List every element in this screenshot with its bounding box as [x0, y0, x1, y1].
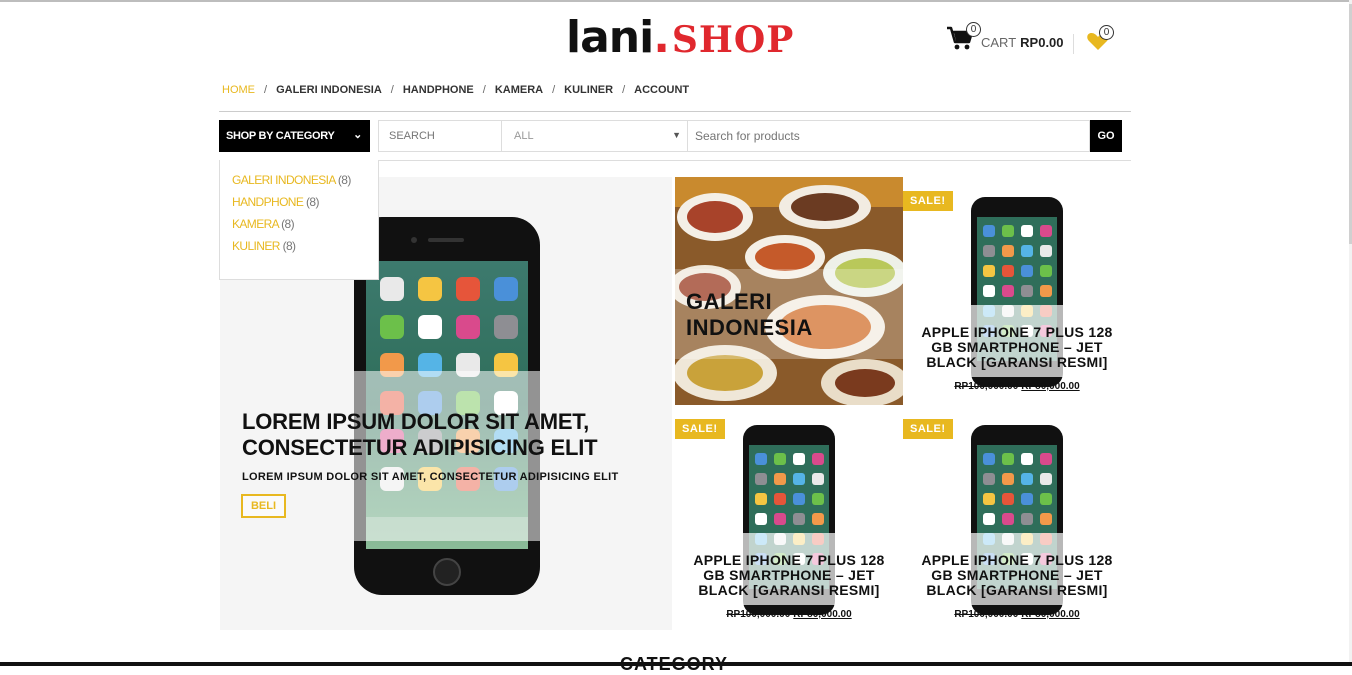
product-name[interactable]: APPLE IPHONE 7 PLUS 128 GB SMARTPHONE – …: [913, 325, 1121, 370]
category-select[interactable]: ALL ▼: [502, 120, 688, 152]
category-menu-count: (8): [337, 173, 351, 187]
sale-badge: SALE!: [903, 419, 953, 439]
top-border: [0, 0, 1352, 2]
category-menu-item[interactable]: HANDPHONE (8): [232, 195, 378, 209]
sale-badge: SALE!: [903, 191, 953, 211]
product-image: [943, 425, 1091, 615]
nav-separator: /: [390, 84, 394, 96]
nav-home[interactable]: HOME: [222, 84, 255, 96]
nav-kamera[interactable]: KAMERA: [495, 84, 543, 96]
sale-price: RP80,000.00: [1021, 609, 1080, 620]
category-menu-label: KULINER: [232, 239, 280, 253]
category-menu-item[interactable]: GALERI INDONESIA (8): [232, 173, 378, 187]
galeri-indonesia-tile[interactable]: GALERI INDONESIA: [675, 177, 903, 405]
category-menu-label: HANDPHONE: [232, 195, 304, 209]
main-nav: HOME / GALERI INDONESIA / HANDPHONE / KAMER…: [222, 84, 689, 96]
product-card[interactable]: SALE! APPLE IPHONE 7 PLUS 128 GB SMARTPH…: [903, 177, 1131, 405]
nav-kuliner[interactable]: KULINER: [564, 84, 613, 96]
site-logo[interactable]: lani. SHOP: [566, 12, 795, 63]
category-menu-label: GALERI INDONESIA: [232, 173, 336, 187]
shop-by-category-label: SHOP BY CATEGORY: [226, 130, 335, 142]
category-menu-count: (8): [281, 217, 295, 231]
nav-galeri-indonesia[interactable]: GALERI INDONESIA: [276, 84, 382, 96]
nav-separator: /: [482, 84, 486, 96]
product-price: RP100,000.00 RP80,000.00: [903, 381, 1131, 392]
cart-icon: 0: [946, 22, 981, 52]
sale-price: RP80,000.00: [1021, 381, 1080, 392]
product-price: RP100,000.00 RP80,000.00: [903, 609, 1131, 620]
product-search-input[interactable]: [688, 120, 1090, 152]
dropdown-arrow-icon: ▼: [672, 130, 681, 140]
category-menu-item[interactable]: KAMERA (8): [232, 217, 378, 231]
nav-separator: /: [552, 84, 556, 96]
nav-separator: /: [622, 84, 626, 96]
cart-link[interactable]: 0 CART RP0.00: [946, 22, 1064, 52]
category-menu-item[interactable]: KULINER (8): [232, 239, 378, 253]
category-menu-label: KAMERA: [232, 217, 279, 231]
shop-by-category-toggle[interactable]: SHOP BY CATEGORY ⌄: [219, 120, 370, 152]
go-button[interactable]: GO: [1090, 120, 1122, 152]
product-name[interactable]: APPLE IPHONE 7 PLUS 128 GB SMARTPHONE – …: [685, 553, 893, 598]
logo-suffix: SHOP: [671, 19, 795, 61]
search-input[interactable]: [378, 120, 502, 152]
cart-label: CART: [981, 34, 1017, 50]
category-menu-count: (8): [282, 239, 296, 253]
logo-dot: .: [653, 12, 670, 63]
galeri-indonesia-title: GALERI INDONESIA: [686, 289, 813, 340]
old-price: RP100,000.00: [954, 609, 1019, 620]
header-divider: [1073, 34, 1074, 54]
bottom-border: [0, 662, 1352, 666]
chevron-down-icon: ⌄: [353, 129, 362, 141]
nav-divider: [219, 111, 1131, 112]
product-card[interactable]: SALE! APPLE IPHONE 7 PLUS 128 GB SMARTPH…: [903, 405, 1131, 633]
old-price: RP100,000.00: [954, 381, 1019, 392]
nav-account[interactable]: ACCOUNT: [634, 84, 689, 96]
wishlist-button[interactable]: 0: [1086, 25, 1114, 53]
sale-badge: SALE!: [675, 419, 725, 439]
logo-name: lani: [566, 12, 654, 63]
wishlist-count-badge: 0: [1099, 25, 1114, 40]
hero-title: LOREM IPSUM DOLOR SIT AMET, CONSECTETUR …: [242, 409, 598, 460]
search-bar: SHOP BY CATEGORY ⌄ ALL ▼ GO: [219, 120, 1122, 152]
cart-amount: RP0.00: [1020, 34, 1064, 50]
nav-handphone[interactable]: HANDPHONE: [403, 84, 474, 96]
product-card[interactable]: SALE! APPLE IPHONE 7 PLUS 128 GB SMARTPH…: [675, 405, 903, 633]
product-name[interactable]: APPLE IPHONE 7 PLUS 128 GB SMARTPHONE – …: [913, 553, 1121, 598]
category-select-value: ALL: [514, 130, 534, 142]
old-price: RP100,000.00: [726, 609, 791, 620]
nav-separator: /: [264, 84, 268, 96]
hero-subtitle: LOREM IPSUM DOLOR SIT AMET, CONSECTETUR …: [242, 471, 619, 483]
cart-summary: CART RP0.00: [981, 35, 1064, 50]
beli-button[interactable]: BELI: [241, 494, 286, 518]
category-dropdown-menu: GALERI INDONESIA (8) HANDPHONE (8) KAMER…: [219, 160, 379, 280]
sale-price: RP80,000.00: [793, 609, 852, 620]
cart-count-badge: 0: [966, 22, 981, 37]
category-menu-count: (8): [306, 195, 319, 209]
product-image: [715, 425, 863, 615]
product-image: [943, 197, 1091, 387]
product-price: RP100,000.00 RP80,000.00: [675, 609, 903, 620]
